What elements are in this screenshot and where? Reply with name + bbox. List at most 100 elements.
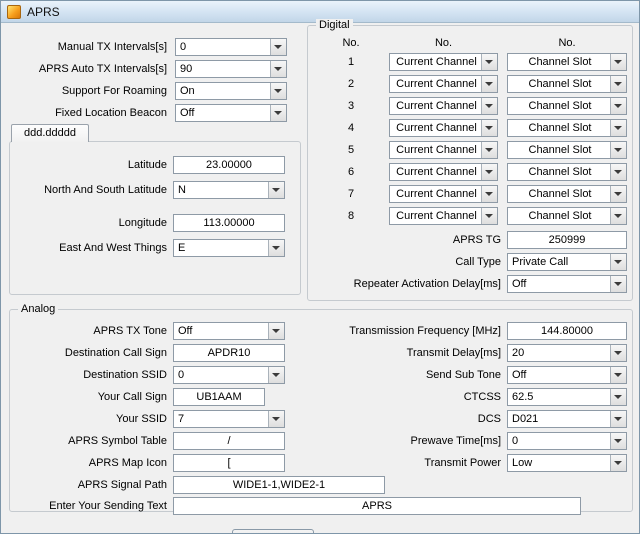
dropdown-arrow-icon[interactable] [481,76,497,92]
combo-value: Current Channel [394,165,479,180]
dropdown-arrow-icon[interactable] [481,186,497,202]
app-icon [7,5,21,19]
aprs-auto-tx-intervals-label: APRS Auto TX Intervals[s] [1,63,167,75]
tab-ddd-ddddd[interactable]: ddd.ddddd [11,124,89,142]
dropdown-arrow-icon[interactable] [610,120,626,136]
dropdown-arrow-icon[interactable] [481,54,497,70]
transmit-delay-combo[interactable]: 20 [507,344,627,362]
dropdown-arrow-icon[interactable] [610,411,626,427]
channel-slot-combo[interactable]: Channel Slot [507,207,627,225]
dropdown-arrow-icon[interactable] [610,276,626,292]
combo-value: Current Channel [394,121,479,136]
dcs-combo[interactable]: D021 [507,410,627,428]
dropdown-arrow-icon[interactable] [268,323,284,339]
digital-col-header-no: No. [331,37,371,49]
ctcss-label: CTCSS [301,391,501,403]
analog-group-label: Analog [18,303,58,315]
transmission-frequency-field[interactable] [507,322,627,340]
dropdown-arrow-icon[interactable] [610,433,626,449]
combo-value: Off [512,368,608,383]
current-channel-combo[interactable]: Current Channel [389,141,498,159]
aprs-dialog: APRS Manual TX Intervals[s] 0 APRS Auto … [0,0,640,534]
dropdown-arrow-icon[interactable] [268,411,284,427]
your-ssid-combo[interactable]: 7 [173,410,285,428]
dropdown-arrow-icon[interactable] [610,54,626,70]
repeater-activation-delay-combo[interactable]: Off [507,275,627,293]
dropdown-arrow-icon[interactable] [610,98,626,114]
latitude-field[interactable] [173,156,285,174]
channel-slot-combo[interactable]: Channel Slot [507,163,627,181]
current-channel-combo[interactable]: Current Channel [389,75,498,93]
north-south-latitude-combo[interactable]: N [173,181,285,199]
aprs-map-icon-field[interactable] [173,454,285,472]
combo-value: Channel Slot [512,187,608,202]
channel-row-number: 7 [331,188,371,200]
dropdown-arrow-icon[interactable] [610,186,626,202]
transmit-power-combo[interactable]: Low [507,454,627,472]
dropdown-arrow-icon[interactable] [610,367,626,383]
current-channel-combo[interactable]: Current Channel [389,97,498,115]
dropdown-arrow-icon[interactable] [481,98,497,114]
combo-value: 7 [178,412,266,427]
combo-value: D021 [512,412,608,427]
ok-button[interactable] [232,529,314,534]
dropdown-arrow-icon[interactable] [610,455,626,471]
sending-text-field[interactable] [173,497,581,515]
longitude-field[interactable] [173,214,285,232]
dropdown-arrow-icon[interactable] [481,208,497,224]
dropdown-arrow-icon[interactable] [270,61,286,77]
dropdown-arrow-icon[interactable] [610,164,626,180]
aprs-symbol-table-field[interactable] [173,432,285,450]
dropdown-arrow-icon[interactable] [270,39,286,55]
channel-slot-combo[interactable]: Channel Slot [507,119,627,137]
current-channel-combo[interactable]: Current Channel [389,119,498,137]
channel-slot-combo[interactable]: Channel Slot [507,75,627,93]
channel-slot-combo[interactable]: Channel Slot [507,185,627,203]
dropdown-arrow-icon[interactable] [610,389,626,405]
channel-slot-combo[interactable]: Channel Slot [507,141,627,159]
your-call-sign-field[interactable] [173,388,265,406]
aprs-tx-tone-combo[interactable]: Off [173,322,285,340]
dropdown-arrow-icon[interactable] [481,142,497,158]
destination-ssid-combo[interactable]: 0 [173,366,285,384]
support-for-roaming-combo[interactable]: On [175,82,287,100]
dropdown-arrow-icon[interactable] [481,120,497,136]
east-west-combo[interactable]: E [173,239,285,257]
dropdown-arrow-icon[interactable] [268,367,284,383]
call-type-combo[interactable]: Private Call [507,253,627,271]
dropdown-arrow-icon[interactable] [610,76,626,92]
send-sub-tone-combo[interactable]: Off [507,366,627,384]
channel-slot-combo[interactable]: Channel Slot [507,53,627,71]
combo-value: N [178,183,266,198]
send-sub-tone-label: Send Sub Tone [301,369,501,381]
current-channel-combo[interactable]: Current Channel [389,53,498,71]
dropdown-arrow-icon[interactable] [610,142,626,158]
combo-value: Off [512,277,608,292]
fixed-location-beacon-label: Fixed Location Beacon [1,107,167,119]
aprs-tg-field[interactable] [507,231,627,249]
current-channel-combo[interactable]: Current Channel [389,185,498,203]
combo-value: Current Channel [394,99,479,114]
transmit-delay-label: Transmit Delay[ms] [301,347,501,359]
current-channel-combo[interactable]: Current Channel [389,207,498,225]
fixed-location-beacon-combo[interactable]: Off [175,104,287,122]
dropdown-arrow-icon[interactable] [610,345,626,361]
dropdown-arrow-icon[interactable] [610,254,626,270]
dropdown-arrow-icon[interactable] [268,182,284,198]
destination-call-sign-field[interactable] [173,344,285,362]
manual-tx-intervals-combo[interactable]: 0 [175,38,287,56]
channel-row-number: 3 [331,100,371,112]
longitude-label: Longitude [1,217,167,229]
dropdown-arrow-icon[interactable] [270,105,286,121]
ctcss-combo[interactable]: 62.5 [507,388,627,406]
dropdown-arrow-icon[interactable] [268,240,284,256]
aprs-auto-tx-intervals-combo[interactable]: 90 [175,60,287,78]
aprs-signal-path-field[interactable] [173,476,385,494]
current-channel-combo[interactable]: Current Channel [389,163,498,181]
dropdown-arrow-icon[interactable] [481,164,497,180]
channel-slot-combo[interactable]: Channel Slot [507,97,627,115]
dropdown-arrow-icon[interactable] [270,83,286,99]
prewave-time-combo[interactable]: 0 [507,432,627,450]
channel-row-number: 6 [331,166,371,178]
dropdown-arrow-icon[interactable] [610,208,626,224]
